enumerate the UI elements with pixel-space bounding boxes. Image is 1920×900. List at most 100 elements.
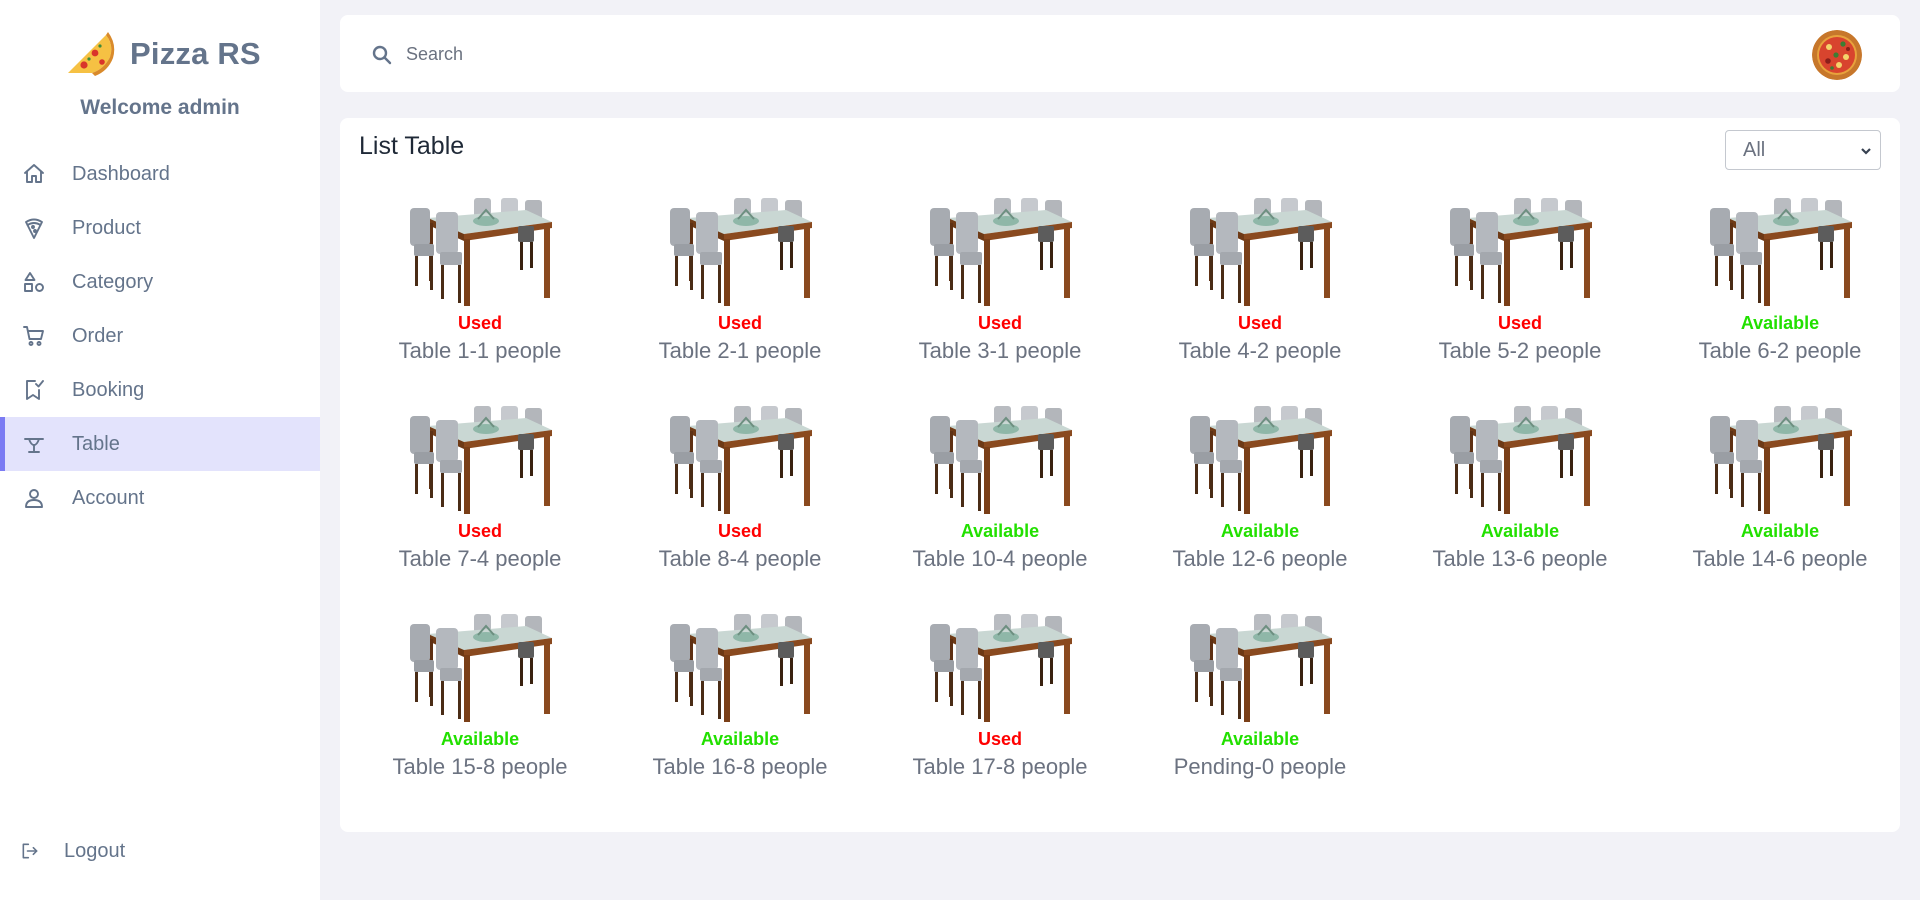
table-image — [1448, 196, 1592, 308]
status-badge: Used — [977, 313, 1022, 333]
table-name: Table 16-8 people — [652, 754, 828, 779]
table-name: Table 12-6 people — [1172, 546, 1348, 571]
table-image — [1188, 404, 1332, 516]
table-name: Table 13-6 people — [1432, 546, 1608, 571]
status-badge: Available — [1480, 521, 1560, 541]
sidebar-item-account[interactable]: Account — [0, 471, 320, 525]
chevron-down-icon — [1861, 148, 1871, 155]
sidebar: Pizza RS Welcome admin Dashboard Product… — [0, 0, 320, 900]
table-list-card: List Table All Used Table 1-1 people Use… — [340, 118, 1900, 832]
logout-button[interactable]: Logout — [20, 836, 125, 866]
table-card[interactable]: Available Table 6-2 people — [1650, 196, 1910, 386]
status-badge: Used — [717, 521, 762, 541]
sidebar-item-product[interactable]: Product — [0, 201, 320, 255]
table-image — [668, 404, 812, 516]
welcome-text: Welcome admin — [80, 96, 240, 119]
pizza-slice-icon — [68, 32, 115, 76]
table-name: Table 15-8 people — [392, 754, 568, 779]
status-badge: Available — [700, 729, 780, 749]
table-card[interactable]: Available Table 14-6 people — [1650, 404, 1910, 594]
table-image — [408, 196, 552, 308]
table-image — [408, 612, 552, 724]
user-icon — [22, 486, 46, 510]
sidebar-item-label: Product — [72, 216, 141, 239]
table-card[interactable]: Used Table 1-1 people — [350, 196, 610, 386]
sidebar-item-label: Table — [72, 432, 120, 455]
table-name: Table 10-4 people — [912, 546, 1088, 571]
table-image — [928, 612, 1072, 724]
status-badge: Available — [1740, 521, 1820, 541]
sidebar-nav: Dashboard Product Category Order Booking — [0, 147, 320, 525]
table-image — [928, 404, 1072, 516]
table-card[interactable]: Used Table 7-4 people — [350, 404, 610, 594]
bookmark-check-icon — [22, 378, 46, 402]
table-card[interactable]: Available Table 10-4 people — [870, 404, 1130, 594]
table-name: Table 7-4 people — [398, 546, 562, 571]
search-icon — [370, 43, 394, 67]
brand[interactable]: Pizza RS — [62, 28, 261, 80]
status-badge: Used — [1237, 313, 1282, 333]
table-name: Table 3-1 people — [918, 338, 1082, 363]
table-card[interactable]: Available Table 12-6 people — [1130, 404, 1390, 594]
table-name: Table 2-1 people — [658, 338, 822, 363]
table-card[interactable]: Used Table 3-1 people — [870, 196, 1130, 386]
status-badge: Available — [440, 729, 520, 749]
status-filter-select[interactable]: All — [1725, 130, 1881, 170]
table-card[interactable]: Available Pending-0 people — [1130, 612, 1390, 802]
table-card[interactable]: Available Table 13-6 people — [1390, 404, 1650, 594]
table-icon — [22, 432, 46, 456]
sidebar-item-table[interactable]: Table — [0, 417, 320, 471]
status-badge: Available — [960, 521, 1040, 541]
table-name: Table 6-2 people — [1698, 338, 1862, 363]
sidebar-item-label: Category — [72, 270, 154, 293]
avatar[interactable] — [1812, 30, 1862, 80]
shapes-icon — [22, 270, 46, 294]
status-badge: Available — [1220, 729, 1300, 749]
logout-label: Logout — [64, 839, 126, 862]
table-name: Table 14-6 people — [1692, 546, 1868, 571]
table-card[interactable]: Available Table 15-8 people — [350, 612, 610, 802]
table-card[interactable]: Used Table 4-2 people — [1130, 196, 1390, 386]
table-image — [1708, 404, 1852, 516]
table-image — [408, 404, 552, 516]
table-image — [1708, 196, 1852, 308]
pizza-icon — [22, 216, 46, 240]
sidebar-item-booking[interactable]: Booking — [0, 363, 320, 417]
table-name: Table 17-8 people — [912, 754, 1088, 779]
table-name: Table 8-4 people — [658, 546, 822, 571]
sidebar-item-label: Dashboard — [72, 162, 170, 185]
search-input[interactable] — [406, 37, 1706, 71]
table-card[interactable]: Used Table 8-4 people — [610, 404, 870, 594]
table-name: Table 5-2 people — [1438, 338, 1602, 363]
cart-icon — [22, 324, 46, 348]
table-name: Table 1-1 people — [398, 338, 562, 363]
page-title: List Table — [359, 132, 465, 160]
top-bar — [340, 15, 1900, 92]
logout-icon — [22, 843, 38, 859]
status-badge: Used — [457, 313, 502, 333]
status-badge: Available — [1740, 313, 1820, 333]
table-card[interactable]: Used Table 17-8 people — [870, 612, 1130, 802]
home-icon — [22, 162, 46, 186]
table-image — [1448, 404, 1592, 516]
sidebar-item-dashboard[interactable]: Dashboard — [0, 147, 320, 201]
table-card[interactable]: Available Table 16-8 people — [610, 612, 870, 802]
status-badge: Used — [1497, 313, 1542, 333]
sidebar-item-order[interactable]: Order — [0, 309, 320, 363]
table-card[interactable]: Used Table 2-1 people — [610, 196, 870, 386]
sidebar-item-label: Account — [72, 486, 145, 509]
table-image — [668, 196, 812, 308]
sidebar-item-label: Order — [72, 324, 124, 347]
status-badge: Available — [1220, 521, 1300, 541]
filter-selected-value: All — [1743, 138, 1766, 161]
table-image — [1188, 612, 1332, 724]
status-badge: Used — [717, 313, 762, 333]
table-name: Table 4-2 people — [1178, 338, 1342, 363]
sidebar-item-label: Booking — [72, 378, 145, 401]
table-card[interactable]: Used Table 5-2 people — [1390, 196, 1650, 386]
table-name: Pending-0 people — [1173, 754, 1347, 779]
status-badge: Used — [977, 729, 1022, 749]
table-image — [928, 196, 1072, 308]
table-image — [668, 612, 812, 724]
sidebar-item-category[interactable]: Category — [0, 255, 320, 309]
